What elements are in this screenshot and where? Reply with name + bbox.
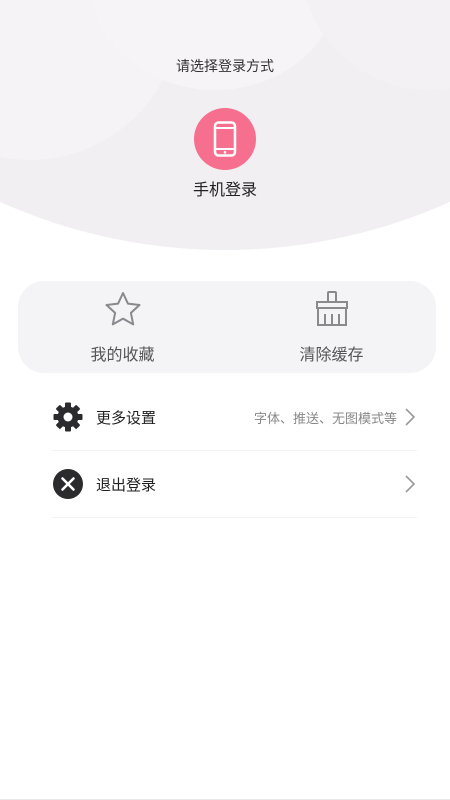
logout-label: 退出登录 bbox=[96, 475, 157, 494]
more-settings-label: 更多设置 bbox=[96, 408, 157, 427]
phone-login-circle bbox=[194, 108, 256, 170]
profile-screen: 请选择登录方式 手机登录 我的收藏 清除缓存 更多设置 字体、推送、无图模式等 … bbox=[0, 0, 450, 800]
star-icon bbox=[103, 289, 143, 329]
phone-login-label: 手机登录 bbox=[192, 180, 257, 199]
chevron-right-icon bbox=[403, 407, 417, 427]
broom-icon bbox=[312, 289, 352, 329]
phone-login-button[interactable]: 手机登录 bbox=[175, 108, 275, 208]
login-method-title: 请选择登录方式 bbox=[176, 59, 274, 75]
more-settings-hint: 字体、推送、无图模式等 bbox=[253, 411, 397, 427]
mobile-phone-icon bbox=[213, 121, 237, 157]
clear-cache-label: 清除缓存 bbox=[299, 345, 364, 364]
quick-actions-card: 我的收藏 清除缓存 bbox=[18, 281, 436, 373]
favorites-button[interactable]: 我的收藏 bbox=[18, 281, 227, 373]
logout-row[interactable]: 退出登录 bbox=[52, 451, 417, 518]
favorites-label: 我的收藏 bbox=[90, 345, 155, 364]
clear-cache-button[interactable]: 清除缓存 bbox=[227, 281, 436, 373]
chevron-right-icon bbox=[403, 474, 417, 494]
close-circle-icon bbox=[52, 468, 84, 500]
more-settings-row[interactable]: 更多设置 字体、推送、无图模式等 bbox=[52, 384, 417, 451]
settings-list: 更多设置 字体、推送、无图模式等 退出登录 bbox=[52, 384, 417, 518]
gear-icon bbox=[52, 401, 84, 433]
